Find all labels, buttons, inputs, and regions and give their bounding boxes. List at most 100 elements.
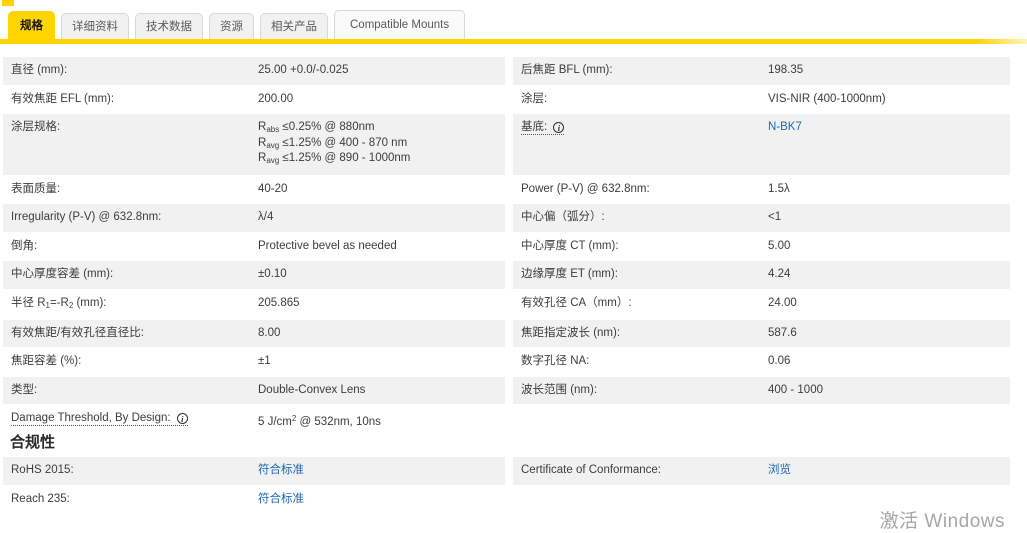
spec-half-left: 倒角: Protective bevel as needed [3,232,505,260]
spec-value: 5 J/cm2 @ 532nm, 10ns [258,414,381,428]
spec-half-right: 波长范围 (nm): 400 - 1000 [513,376,1010,404]
spec-value: Rabs ≤0.25% @ 880nm Ravg ≤1.25% @ 400 - 8… [258,121,411,165]
spec-value: 40-20 [258,182,288,195]
info-icon[interactable]: i [176,413,188,424]
spec-row: 有效焦距 EFL (mm): 200.00 涂层: VIS-NIR (400-1000… [3,85,1010,113]
tab-resources[interactable]: 资源 [209,13,254,39]
spec-half-right: 中心厚度 CT (mm): 5.00 [513,232,1010,260]
cut-off-yellow-element [2,0,14,6]
spec-half-left: 焦距容差 (%): ±1 [3,348,505,376]
spec-label: 焦距容差 (%): [11,355,82,367]
spec-row: Damage Threshold, By Design: i5 J/cm2 @ … [3,405,1010,437]
spec-value: 198.35 [768,64,804,76]
spec-value: 5.00 [768,239,791,252]
spec-half-right: 基底: i N-BK7 [513,114,1010,175]
spec-value: Protective bevel as needed [258,239,397,252]
spec-row: 中心厚度容差 (mm): ±0.10 边缘厚度 ET (mm): 4.24 [3,261,1010,289]
spec-row: Reach 235: 符合标准 [3,485,1010,514]
spec-row: 表面质量: 40-20 Power (P-V) @ 632.8nm: 1.5λ [3,175,1010,203]
tab-details[interactable]: 详细资料 [61,13,129,39]
spec-value: 符合标准 [258,457,505,485]
spec-half-right: 中心偏（弧分）: <1 [513,204,1010,232]
spec-value: 587.6 [768,326,797,339]
spec-value: 25.00 +0.0/-0.025 [258,64,349,76]
spec-value: 205.865 [258,296,300,309]
spec-label: 表面质量: [11,182,61,195]
spec-half-left: 涂层规格: Rabs ≤0.25% @ 880nm Ravg ≤1.25% @ 40… [3,114,505,175]
spec-value: 1.5λ [768,182,790,195]
spec-label: 直径 (mm): [11,64,68,76]
spec-label: 中心厚度 CT (mm): [521,239,619,252]
spec-half-left: 表面质量: 40-20 [3,175,505,203]
spec-half-left: 中心厚度容差 (mm): ±0.10 [3,261,505,289]
spec-value: ±1 [258,355,271,367]
spec-row: 倒角: Protective bevel as needed 中心厚度 CT (mm… [3,232,1010,260]
spec-half-left: RoHS 2015: 符合标准 [3,457,505,485]
tab-compatible-mounts[interactable]: Compatible Mounts [334,10,466,39]
spec-label: 数字孔径 NA: [521,355,590,367]
compliance-table: RoHS 2015: 符合标准 Certificate of Conformance… [3,457,1010,514]
spec-value: N-BK7 [768,114,1010,175]
spec-half-right: Power (P-V) @ 632.8nm: 1.5λ [513,175,1010,203]
spec-value: 符合标准 [258,486,505,514]
spec-value: 0.06 [768,355,791,367]
spec-label: 基底: i [513,114,768,175]
spec-label: RoHS 2015: [11,464,74,476]
substrate-material-link[interactable]: N-BK7 [768,121,802,133]
spec-label: 倒角: [11,239,38,252]
spec-half-left: 有效焦距 EFL (mm): 200.00 [3,85,505,113]
tab-tech-data[interactable]: 技术数据 [135,13,203,39]
spec-value: ±0.10 [258,268,287,280]
spec-label: 中心厚度容差 (mm): [11,268,114,280]
spec-value: 24.00 [768,296,797,309]
spec-half-left: 类型: Double-Convex Lens [3,376,505,404]
rohs-compliance-link[interactable]: 符合标准 [258,464,304,476]
tab-related-products[interactable]: 相关产品 [260,13,328,39]
spec-half-left: 半径 R1=-R2 (mm): 205.865 [3,289,505,319]
spec-value: 8.00 [258,326,281,339]
spec-table: 直径 (mm): 25.00 +0.0/-0.025 后焦距 BFL (mm): 19… [3,57,1010,438]
tab-specs[interactable]: 规格 [8,11,55,39]
tab-accent-bar [0,39,1027,44]
compliance-heading: 合规性 [10,434,56,451]
spec-label [513,405,768,437]
spec-half-left: Damage Threshold, By Design: i5 J/cm2 @ … [3,405,505,437]
spec-value: Double-Convex Lens [258,383,366,396]
spec-row: 有效焦距/有效孔径直径比: 8.00 焦距指定波长 (nm): 587.6 [3,319,1010,347]
spec-value: 浏览 [768,457,1010,485]
spec-half-right: 边缘厚度 ET (mm): 4.24 [513,261,1010,289]
spec-row: 类型: Double-Convex Lens 波长范围 (nm): 400 - 100… [3,376,1010,404]
spec-label: 波长范围 (nm): [521,383,598,396]
spec-label: 焦距指定波长 (nm): [521,326,621,339]
spec-row: 直径 (mm): 25.00 +0.0/-0.025 后焦距 BFL (mm): 19… [3,57,1010,85]
info-icon[interactable]: i [553,122,565,133]
spec-value: 4.24 [768,268,791,280]
spec-label: 有效焦距/有效孔径直径比: [11,326,144,339]
spec-half-left: Reach 235: 符合标准 [3,485,505,514]
spec-row: 半径 R1=-R2 (mm): 205.865 有效孔径 CA（mm）: 24.00 [3,289,1010,319]
spec-label [513,486,768,514]
spec-label: 有效焦距 EFL (mm): [11,92,115,105]
spec-value: <1 [768,211,782,223]
windows-activation-watermark: 激活 Windows [879,511,1005,532]
spec-row: Irregularity (P-V) @ 632.8nm: λ/4 中心偏（弧分）:… [3,204,1010,232]
spec-half-right: Certificate of Conformance: 浏览 [513,457,1010,485]
spec-value: 200.00 [258,92,294,105]
spec-row: 焦距容差 (%): ±1 数字孔径 NA: 0.06 [3,348,1010,376]
spec-half-right: 焦距指定波长 (nm): 587.6 [513,319,1010,347]
spec-half-right: 涂层: VIS-NIR (400-1000nm) [513,85,1010,113]
spec-label: Certificate of Conformance: [521,464,661,476]
spec-half-right: 有效孔径 CA（mm）: 24.00 [513,289,1010,319]
spec-half-right [513,405,1010,437]
spec-row: RoHS 2015: 符合标准 Certificate of Conformance… [3,457,1010,485]
certificate-browse-link[interactable]: 浏览 [768,464,791,476]
spec-half-left: 有效焦距/有效孔径直径比: 8.00 [3,319,505,347]
reach-compliance-link[interactable]: 符合标准 [258,493,304,505]
spec-label: 类型: [11,383,38,396]
spec-label: 有效孔径 CA（mm）: [521,296,632,309]
spec-label: 中心偏（弧分）: [521,211,605,223]
spec-label: Reach 235: [11,492,70,505]
spec-label: 涂层: [521,92,548,105]
spec-label: Irregularity (P-V) @ 632.8nm: [11,211,162,223]
spec-row: 涂层规格: Rabs ≤0.25% @ 880nm Ravg ≤1.25% @ 40… [3,114,1010,175]
